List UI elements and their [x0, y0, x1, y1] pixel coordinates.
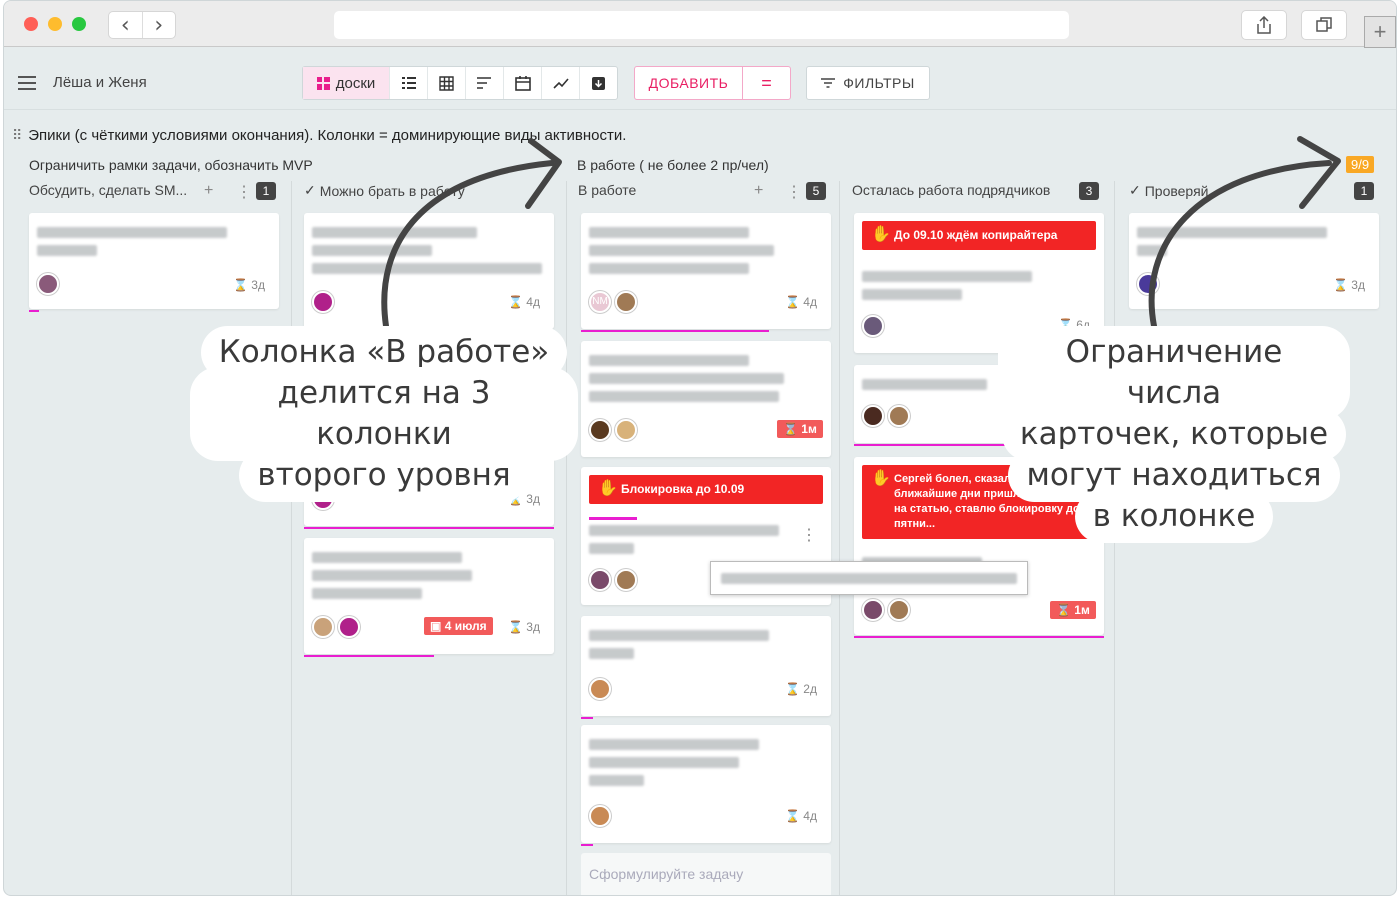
callout-column-split: Колонка «В работе» делится на 3 колонки …: [196, 332, 572, 496]
arrowhead-left: [525, 138, 562, 209]
callout-line: Колонка «В работе»: [206, 332, 562, 373]
callout-line: карточек, которые: [1007, 414, 1341, 455]
callout-wip-limit: Ограничение числа карточек, которые могу…: [1004, 332, 1344, 537]
callout-line: второго уровня: [245, 455, 523, 496]
arrow-left: [381, 160, 555, 329]
callout-line: делится на 3 колонки: [196, 373, 572, 455]
callout-line: могут находиться: [1014, 455, 1334, 496]
callout-line: в колонке: [1080, 496, 1268, 537]
callout-line: Ограничение числа: [1004, 332, 1344, 414]
arrowhead-right: [1297, 136, 1341, 209]
arrow-right: [1148, 160, 1332, 329]
browser-window: ‹ › + Лёша и Женя доски ДОБАВИТЬ = ФИЛЬТ…: [3, 0, 1397, 896]
